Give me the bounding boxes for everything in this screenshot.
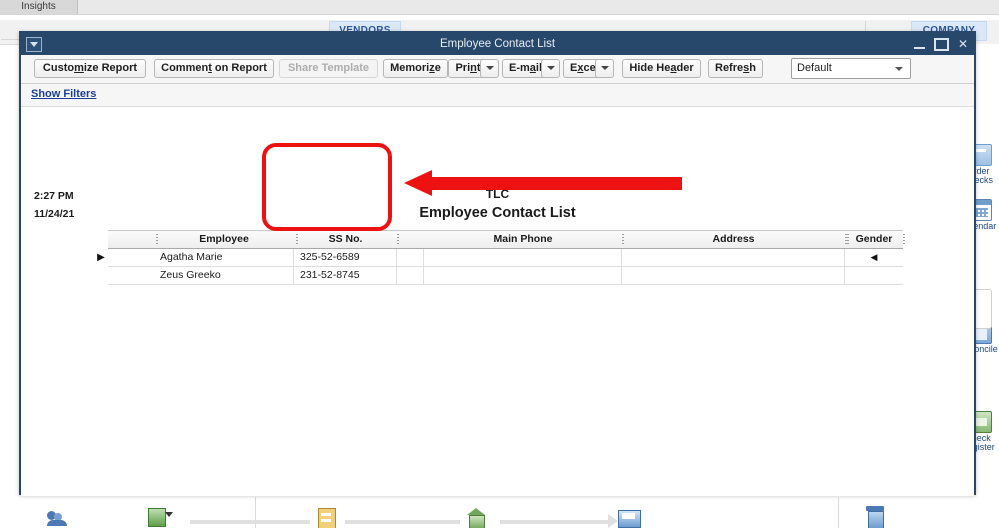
report-canvas: 2:27 PM 11/24/21 TLC Employee Contact Li… <box>21 107 974 496</box>
print-dropdown-button[interactable] <box>480 59 499 78</box>
column-grip-icon[interactable] <box>296 234 298 244</box>
cell-address <box>622 267 845 284</box>
btn-pre: Memori <box>390 62 430 74</box>
btn-pre: Share Template <box>287 62 370 74</box>
cell-ss-no: 231-52-8745 <box>294 267 397 284</box>
workflow-line-1 <box>190 520 310 524</box>
hide-header-button[interactable]: Hide Header <box>622 59 701 78</box>
cell-address <box>622 249 845 266</box>
cell-blank <box>397 249 424 266</box>
memorize-button[interactable]: Memorize <box>383 59 448 78</box>
window-title-bar[interactable]: Employee Contact List ✕ <box>21 33 974 55</box>
btn-pre: Commen <box>161 62 209 74</box>
current-row-indicator-icon: ▶ <box>97 252 105 263</box>
refresh-button[interactable]: Refresh <box>708 59 763 78</box>
chevron-down-icon <box>895 67 903 71</box>
chevron-down-icon <box>546 66 555 71</box>
table-row[interactable]: ▶ Agatha Marie 325-52-6589 ◀ <box>97 249 903 267</box>
col-header-rowmark <box>108 231 154 248</box>
comment-on-report-button[interactable]: Comment on Report <box>154 59 274 78</box>
report-company-name: TLC <box>485 187 510 201</box>
btn-post: ize Report <box>83 62 138 74</box>
minimize-icon[interactable] <box>913 46 925 49</box>
report-template-value: Default <box>797 62 832 74</box>
col-header-main-phone[interactable]: Main Phone <box>424 231 624 248</box>
btn-pre: E-m <box>509 62 530 74</box>
col-header-ss-no[interactable]: SS No. <box>294 231 399 248</box>
employee-contact-list-window: Employee Contact List ✕ Customize Report… <box>19 31 976 496</box>
cell-ss-no: 325-52-6589 <box>294 249 397 266</box>
workflow-arrow <box>608 514 618 528</box>
tab-insights[interactable]: Insights <box>0 0 78 14</box>
table-header-row: Employee SS No. Main Phone Address Gende… <box>108 230 905 249</box>
show-filters-link[interactable]: Show Filters <box>31 88 96 100</box>
cell-main-phone <box>424 267 622 284</box>
excel-dropdown-button[interactable] <box>595 59 614 78</box>
report-title: Employee Contact List <box>419 205 576 221</box>
btn-post: der <box>676 62 694 74</box>
workflow-line-3 <box>500 520 610 524</box>
col-header-address[interactable]: Address <box>622 231 847 248</box>
cell-gender <box>845 267 903 284</box>
customize-report-button[interactable]: Customize Report <box>34 59 146 78</box>
btn-pre: Custo <box>42 62 75 74</box>
col-label: Gender <box>855 233 893 245</box>
btn-mnemonic: n <box>470 62 477 74</box>
cell-employee: Zeus Greeko <box>154 267 294 284</box>
cell-rowmark: ▶ <box>97 249 154 266</box>
close-icon[interactable]: ✕ <box>958 38 968 50</box>
workflow-divider-right <box>838 497 839 528</box>
table-row[interactable]: Zeus Greeko 231-52-8745 <box>108 267 903 285</box>
background-top-strip <box>0 0 999 15</box>
btn-mnemonic: m <box>74 62 84 74</box>
chevron-down-icon <box>485 66 494 71</box>
window-title-text: Employee Contact List <box>439 38 556 50</box>
cell-main-phone <box>424 249 622 266</box>
report-table: Employee SS No. Main Phone Address Gende… <box>97 230 905 285</box>
column-grip-icon[interactable] <box>903 234 905 244</box>
maximize-icon[interactable] <box>933 37 949 51</box>
cell-gender: ◀ <box>870 252 878 262</box>
process-payroll-forms-icon[interactable] <box>618 510 641 528</box>
enter-time-icon[interactable] <box>148 508 173 528</box>
filter-bar: Show Filters <box>21 84 974 107</box>
pay-liabilities-icon[interactable] <box>467 508 485 528</box>
workflow-line-2 <box>345 520 460 524</box>
window-menu-icon[interactable] <box>26 37 42 52</box>
col-label: Main Phone <box>493 233 553 245</box>
pay-employees-icon[interactable] <box>318 508 336 528</box>
btn-pre: Hide He <box>629 62 671 74</box>
btn-pre: Pri <box>455 62 471 74</box>
btn-post: on Report <box>211 62 267 74</box>
col-header-blank <box>397 231 424 248</box>
col-label: Address <box>712 233 755 245</box>
col-header-gender[interactable]: Gender <box>845 231 905 248</box>
tab-insights-label: Insights <box>21 1 56 12</box>
btn-post: e <box>434 62 441 74</box>
cell-blank <box>397 267 424 284</box>
column-grip-icon[interactable] <box>156 234 158 244</box>
email-dropdown-button[interactable] <box>541 59 560 78</box>
chevron-down-icon <box>600 66 609 71</box>
btn-post: h <box>749 62 756 74</box>
trash-icon[interactable] <box>866 506 884 528</box>
column-grip-icon[interactable] <box>847 234 849 244</box>
col-label: Employee <box>199 233 249 245</box>
cell-employee: Agatha Marie <box>154 249 294 266</box>
btn-pre: Refre <box>715 62 744 74</box>
col-header-employee[interactable]: Employee <box>154 231 294 248</box>
col-label: SS No. <box>328 233 363 245</box>
share-template-button: Share Template <box>279 59 378 78</box>
report-toolbar: Customize Report Comment on Report Share… <box>21 55 974 84</box>
cell-rowmark <box>108 267 154 284</box>
report-template-select[interactable]: Default <box>791 58 911 79</box>
employees-icon[interactable] <box>46 510 68 526</box>
